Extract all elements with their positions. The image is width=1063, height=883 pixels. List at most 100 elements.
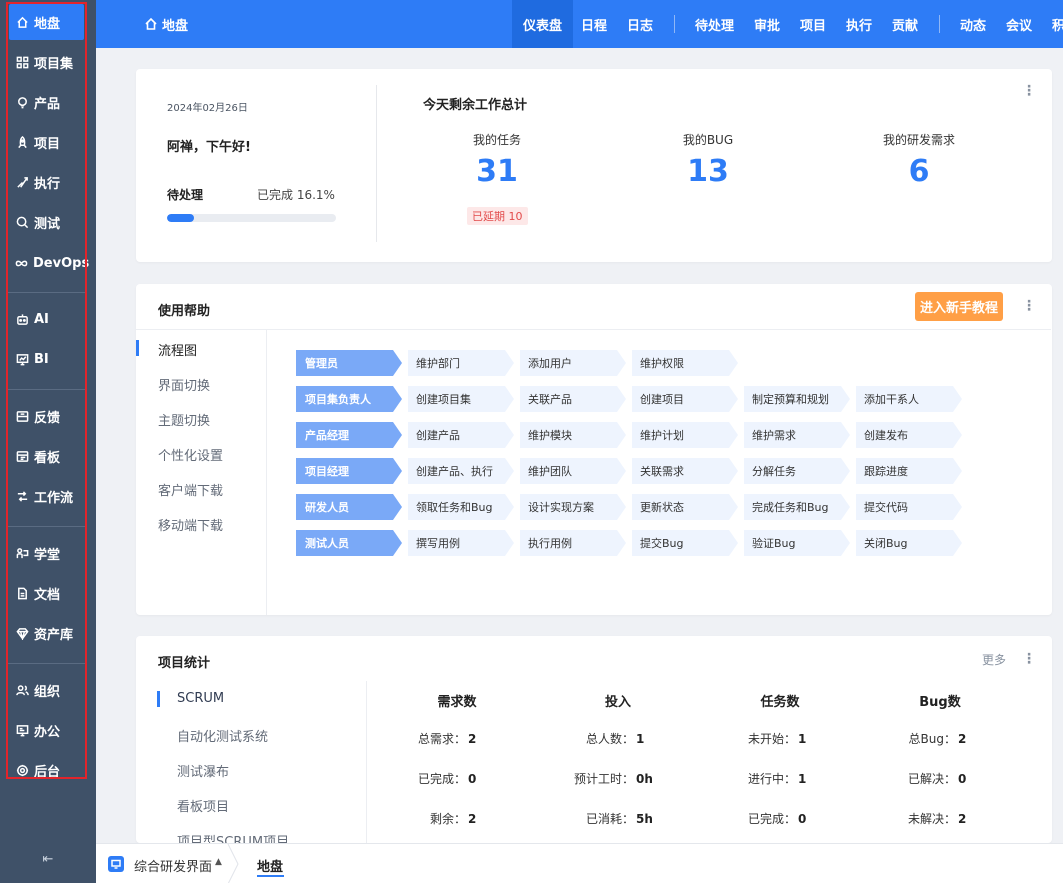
top-home-link[interactable]: 地盘 <box>144 0 188 48</box>
sidebar-item-bi[interactable]: BI <box>9 341 84 377</box>
tab-execution[interactable]: 执行 <box>846 0 872 48</box>
sidebar-item-workflow[interactable]: 工作流 <box>9 478 84 514</box>
tutorial-button[interactable]: 进入新手教程 <box>915 292 1003 321</box>
sidebar-item-ai[interactable]: AI <box>9 301 84 337</box>
more-menu-icon[interactable]: ⋮ <box>1022 651 1036 667</box>
project-item[interactable]: 看板项目 <box>177 796 229 815</box>
tab-project[interactable]: 项目 <box>800 0 826 48</box>
flow-step[interactable]: 关联需求 <box>632 458 738 484</box>
help-menu-theme[interactable]: 主题切换 <box>158 410 210 429</box>
sidebar-item-feedback[interactable]: 反馈 <box>9 398 84 434</box>
sidebar-item-dashboard[interactable]: 地盘 <box>9 4 84 40</box>
help-menu-ui-switch[interactable]: 界面切换 <box>158 375 210 394</box>
tab-score[interactable]: 积 <box>1052 0 1063 48</box>
tab-calendar[interactable]: 日程 <box>581 0 607 48</box>
stat-my-tasks[interactable]: 我的任务 31 <box>417 131 577 189</box>
more-menu-icon[interactable]: ⋮ <box>1022 83 1036 99</box>
flow-step[interactable]: 撰写用例 <box>408 530 514 556</box>
pending-label[interactable]: 待处理 <box>167 186 203 203</box>
flow-step[interactable]: 关联产品 <box>520 386 626 412</box>
flow-step[interactable]: 提交Bug <box>632 530 738 556</box>
flow-step[interactable]: 执行用例 <box>520 530 626 556</box>
metric[interactable]: 进行中： 1 <box>712 770 806 787</box>
flow-role[interactable]: 项目经理 <box>296 458 402 484</box>
sidebar-item-devops[interactable]: DevOps <box>9 245 89 281</box>
sidebar-item-test[interactable]: 测试 <box>9 204 84 240</box>
collapse-sidebar-icon[interactable]: ⇤ <box>38 852 58 868</box>
sidebar-item-school[interactable]: 学堂 <box>9 535 84 571</box>
bottom-tab-dashboard[interactable]: 地盘 <box>257 856 283 875</box>
workspace-switcher[interactable]: 综合研发界面 <box>134 856 212 875</box>
flow-step[interactable]: 制定预算和规划 <box>744 386 850 412</box>
flow-step[interactable]: 创建发布 <box>856 422 962 448</box>
stat-my-bugs[interactable]: 我的BUG 13 <box>628 131 788 189</box>
help-menu-mobile-download[interactable]: 移动端下载 <box>158 515 223 534</box>
tab-log[interactable]: 日志 <box>627 0 653 48</box>
flow-step[interactable]: 添加用户 <box>520 350 626 376</box>
metric[interactable]: 总人数： 1 <box>546 730 644 747</box>
project-item[interactable]: SCRUM <box>177 691 224 706</box>
tab-dynamics[interactable]: 动态 <box>960 0 986 48</box>
metric[interactable]: 总需求： 2 <box>386 730 476 747</box>
flow-step[interactable]: 维护团队 <box>520 458 626 484</box>
sidebar-item-execution[interactable]: 执行 <box>9 164 84 200</box>
stat-my-requirements[interactable]: 我的研发需求 6 <box>839 131 999 189</box>
project-item[interactable]: 测试瀑布 <box>177 761 229 780</box>
metric[interactable]: 已消耗： 5h <box>546 810 653 827</box>
project-item[interactable]: 项目型SCRUM项目 <box>177 831 289 843</box>
tab-dashboard[interactable]: 仪表盘 <box>512 0 574 48</box>
flow-role[interactable]: 测试人员 <box>296 530 402 556</box>
flow-step[interactable]: 设计实现方案 <box>520 494 626 520</box>
metric[interactable]: 已完成： 0 <box>712 810 806 827</box>
flow-step[interactable]: 跟踪进度 <box>856 458 962 484</box>
sidebar-item-document[interactable]: 文档 <box>9 575 84 611</box>
flow-step[interactable]: 维护权限 <box>632 350 738 376</box>
flow-step[interactable]: 领取任务和Bug <box>408 494 514 520</box>
flow-role[interactable]: 研发人员 <box>296 494 402 520</box>
more-link[interactable]: 更多 <box>982 651 1006 668</box>
flow-role[interactable]: 项目集负责人 <box>296 386 402 412</box>
tab-meeting[interactable]: 会议 <box>1006 0 1032 48</box>
flow-step[interactable]: 验证Bug <box>744 530 850 556</box>
flow-step[interactable]: 分解任务 <box>744 458 850 484</box>
flow-step[interactable]: 维护部门 <box>408 350 514 376</box>
flow-step[interactable]: 更新状态 <box>632 494 738 520</box>
help-menu-client-download[interactable]: 客户端下载 <box>158 480 223 499</box>
metric[interactable]: 未开始： 1 <box>712 730 806 747</box>
flow-step[interactable]: 创建项目集 <box>408 386 514 412</box>
metric[interactable]: 已完成： 0 <box>386 770 476 787</box>
flow-step[interactable]: 维护计划 <box>632 422 738 448</box>
flow-step[interactable]: 维护需求 <box>744 422 850 448</box>
metric[interactable]: 已解决： 0 <box>872 770 966 787</box>
more-menu-icon[interactable]: ⋮ <box>1022 298 1036 314</box>
sidebar-item-kanban[interactable]: 看板 <box>9 438 84 474</box>
flow-step[interactable]: 关闭Bug <box>856 530 962 556</box>
flow-step[interactable]: 提交代码 <box>856 494 962 520</box>
flow-role[interactable]: 产品经理 <box>296 422 402 448</box>
flow-step[interactable]: 添加干系人 <box>856 386 962 412</box>
flow-role[interactable]: 管理员 <box>296 350 402 376</box>
caret-up-icon[interactable]: ▲ <box>215 857 222 867</box>
tab-todo[interactable]: 待处理 <box>695 0 734 48</box>
flow-step[interactable]: 创建产品、执行 <box>408 458 514 484</box>
flow-step[interactable]: 维护模块 <box>520 422 626 448</box>
sidebar-item-organization[interactable]: 组织 <box>9 672 84 708</box>
metric[interactable]: 总Bug： 2 <box>872 730 967 747</box>
flow-step[interactable]: 创建项目 <box>632 386 738 412</box>
sidebar-item-product[interactable]: 产品 <box>9 84 84 120</box>
flow-step[interactable]: 创建产品 <box>408 422 514 448</box>
flow-step[interactable]: 完成任务和Bug <box>744 494 850 520</box>
help-menu-personalize[interactable]: 个性化设置 <box>158 445 223 464</box>
sidebar-item-assets[interactable]: 资产库 <box>9 615 84 651</box>
help-menu-flowchart[interactable]: 流程图 <box>158 340 197 359</box>
tab-approval[interactable]: 审批 <box>754 0 780 48</box>
sidebar-item-admin[interactable]: 后台 <box>9 752 84 788</box>
metric[interactable]: 剩余： 2 <box>386 810 476 827</box>
metric[interactable]: 未解决： 2 <box>872 810 966 827</box>
metric[interactable]: 预计工时： 0h <box>546 770 653 787</box>
sidebar-item-project[interactable]: 项目 <box>9 124 84 160</box>
tab-contribution[interactable]: 贡献 <box>892 0 918 48</box>
project-item[interactable]: 自动化测试系统 <box>177 726 268 745</box>
sidebar-item-office[interactable]: 办公 <box>9 712 84 748</box>
sidebar-item-program[interactable]: 项目集 <box>9 44 84 80</box>
